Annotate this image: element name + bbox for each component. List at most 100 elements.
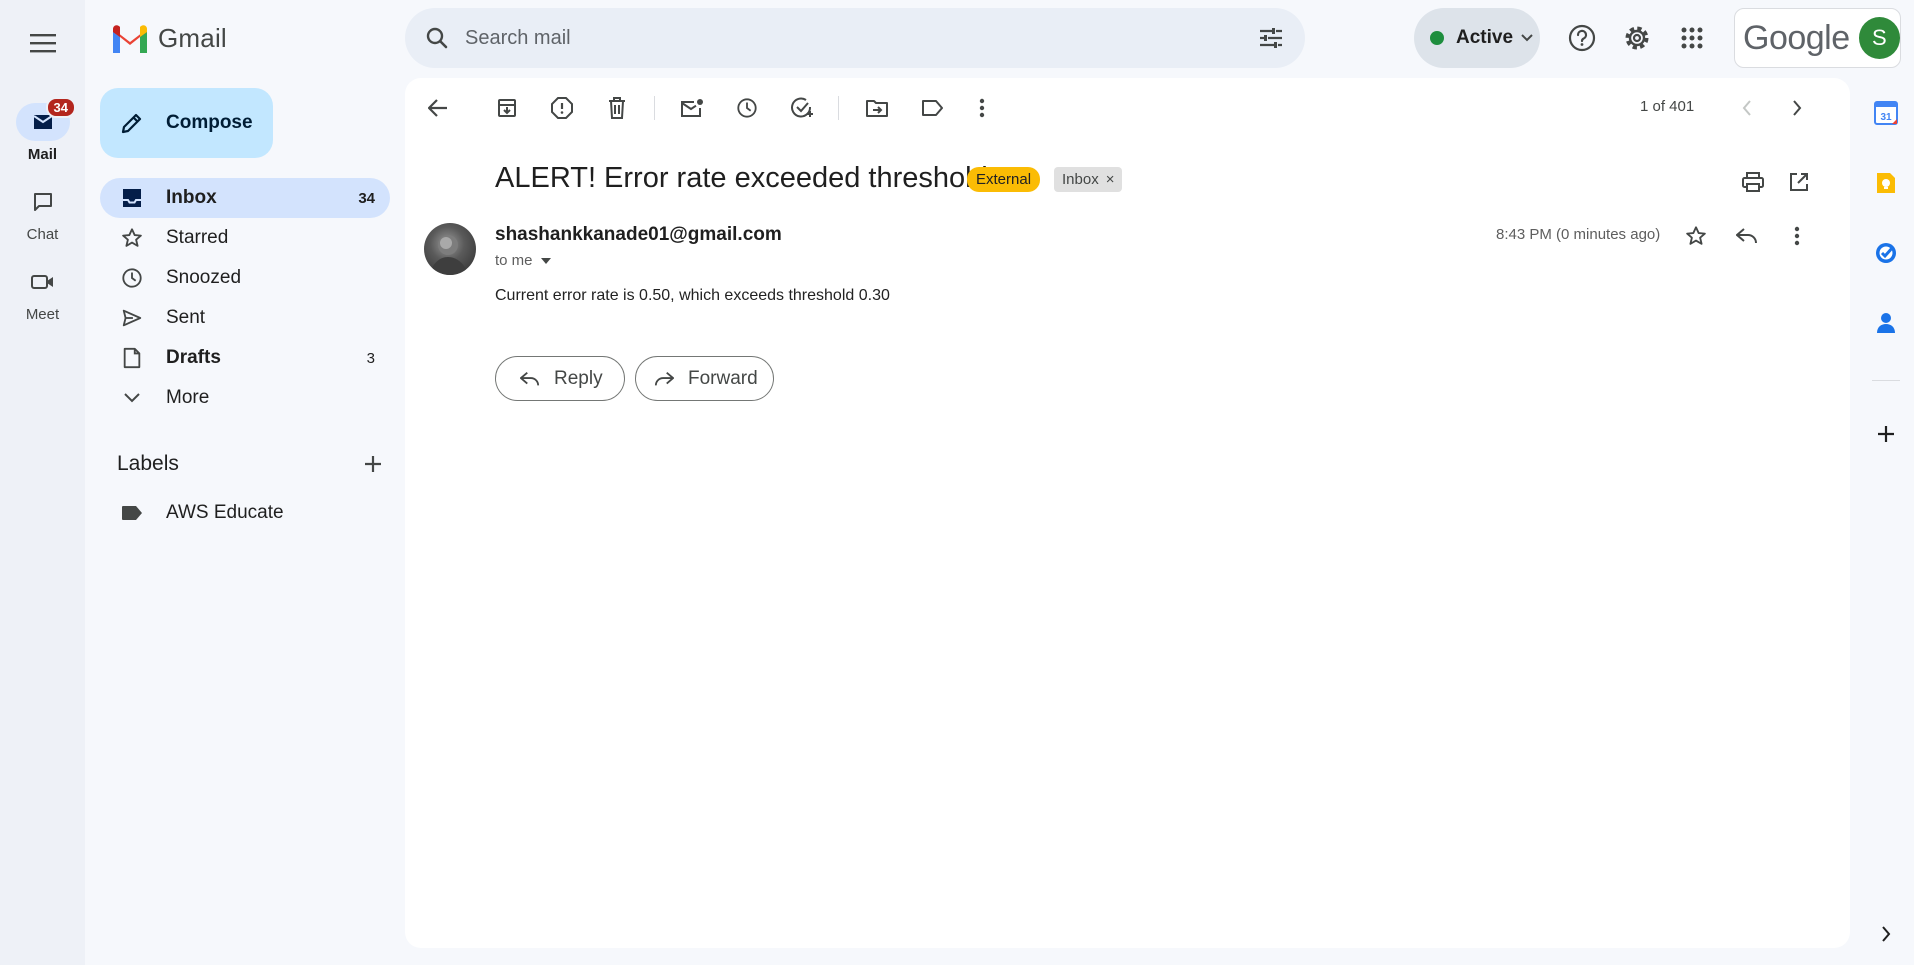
show-side-panel-button[interactable] — [1870, 918, 1902, 950]
status-selector[interactable]: Active — [1414, 8, 1540, 68]
search-icon[interactable] — [419, 20, 455, 56]
nav-label: Drafts — [166, 347, 221, 368]
add-label-icon[interactable] — [363, 454, 383, 474]
calendar-app-button[interactable]: 31 — [1870, 97, 1902, 129]
nav-item-snoozed[interactable]: Snoozed — [100, 258, 390, 298]
mark-unread-button[interactable] — [672, 88, 712, 128]
forward-button[interactable]: Forward — [635, 356, 774, 401]
keep-app-button[interactable] — [1870, 167, 1902, 199]
forward-icon — [654, 371, 674, 385]
older-button[interactable] — [1777, 88, 1817, 128]
rail-item-label: Mail — [27, 146, 58, 163]
avatar: S — [1858, 17, 1900, 59]
trash-icon — [609, 97, 625, 119]
recipient-label: to me — [495, 252, 533, 269]
inbox-icon — [123, 189, 141, 207]
settings-button[interactable] — [1615, 16, 1659, 60]
apps-button[interactable] — [1670, 16, 1714, 60]
plus-icon — [1878, 426, 1894, 442]
app-name: Gmail — [158, 22, 227, 53]
archive-button[interactable] — [487, 88, 527, 128]
rail-item-label: Chat — [26, 226, 59, 243]
arrow-left-icon — [428, 99, 447, 117]
calendar-day: 31 — [1880, 112, 1892, 123]
report-spam-button[interactable] — [542, 88, 582, 128]
chevron-right-icon — [1793, 100, 1802, 116]
nav-item-drafts[interactable]: Drafts 3 — [100, 338, 390, 378]
clock-icon — [122, 268, 142, 288]
keep-bulb-icon — [1877, 173, 1895, 193]
toolbar-divider — [654, 96, 655, 120]
labels-button[interactable] — [912, 88, 952, 128]
chevron-left-icon — [1742, 100, 1751, 116]
delete-button[interactable] — [597, 88, 637, 128]
more-actions-button[interactable] — [962, 88, 1002, 128]
tasks-app-button[interactable] — [1870, 237, 1902, 269]
gmail-logo[interactable]: Gmail — [110, 18, 227, 58]
label-item-aws-educate[interactable]: AWS Educate — [100, 493, 390, 533]
print-all-button[interactable] — [1733, 162, 1773, 202]
message-timestamp: 8:43 PM (0 minutes ago) — [1496, 226, 1661, 243]
tasks-check-icon — [1876, 243, 1896, 263]
reply-icon — [520, 371, 540, 385]
get-addons-button[interactable] — [1870, 418, 1902, 450]
nav-label: Snoozed — [166, 267, 242, 288]
search-input[interactable] — [455, 26, 1249, 50]
compose-label: Compose — [166, 112, 253, 133]
gmail-m-icon — [113, 25, 147, 53]
sender-email[interactable]: shashankkanade01@gmail.com — [495, 224, 782, 246]
chevron-right-icon — [1882, 926, 1891, 942]
sender-avatar[interactable] — [424, 223, 476, 275]
nav-item-sent[interactable]: Sent — [100, 298, 390, 338]
back-button[interactable] — [418, 88, 458, 128]
nav-label: Sent — [166, 307, 206, 328]
message-subject: ALERT! Error rate exceeded threshold — [495, 162, 988, 194]
nav-item-inbox[interactable]: Inbox 34 — [100, 178, 390, 218]
open-new-window-button[interactable] — [1779, 162, 1819, 202]
mail-unread-badge: 34 — [45, 97, 76, 118]
nav-label: Starred — [166, 227, 229, 248]
more-vertical-icon — [979, 98, 985, 118]
reply-button[interactable]: Reply — [495, 356, 625, 401]
add-to-tasks-button[interactable] — [782, 88, 822, 128]
message-more-button[interactable] — [1777, 216, 1817, 256]
snooze-button[interactable] — [727, 88, 767, 128]
rail-item-label: Meet — [25, 306, 60, 323]
apps-grid-icon — [1681, 27, 1703, 49]
star-button[interactable] — [1676, 216, 1716, 256]
rail-item-meet[interactable]: Meet — [0, 263, 85, 323]
move-folder-icon — [866, 100, 888, 117]
recipient-details[interactable]: to me — [495, 252, 551, 269]
status-label: Active — [1456, 27, 1514, 48]
main-menu-button[interactable] — [21, 21, 65, 65]
support-button[interactable] — [1560, 16, 1604, 60]
compose-button[interactable]: Compose — [100, 88, 273, 158]
video-camera-icon — [30, 275, 53, 289]
pagination-count: 1 of 401 — [1640, 98, 1695, 115]
rail-item-chat[interactable]: Chat — [0, 183, 85, 243]
nav-count: 34 — [358, 189, 375, 207]
newer-button[interactable] — [1727, 88, 1767, 128]
archive-icon — [498, 99, 516, 117]
chevron-down-icon — [1521, 34, 1533, 42]
nav-item-more[interactable]: More — [100, 378, 390, 418]
inbox-label-chip: Inbox × — [1054, 167, 1123, 192]
google-account-button[interactable]: Google S — [1734, 8, 1901, 68]
open-in-new-icon — [1790, 173, 1808, 191]
person-photo-icon — [430, 235, 468, 275]
rail-item-mail[interactable]: 34 Mail — [0, 97, 85, 163]
nav-item-starred[interactable]: Starred — [100, 218, 390, 258]
move-to-button[interactable] — [857, 88, 897, 128]
message-body: Current error rate is 0.50, which exceed… — [495, 287, 890, 304]
side-panel-divider — [1872, 380, 1900, 381]
external-badge: External — [967, 167, 1041, 192]
search-options-icon[interactable] — [1249, 16, 1293, 60]
status-dot-icon — [1430, 31, 1444, 45]
reply-icon-button[interactable] — [1727, 216, 1767, 256]
draft-icon — [123, 347, 141, 369]
search-bar[interactable] — [405, 8, 1305, 68]
remove-label-icon[interactable]: × — [1106, 171, 1115, 188]
help-icon — [1568, 24, 1596, 52]
mark-unread-icon — [681, 99, 703, 117]
contacts-app-button[interactable] — [1870, 307, 1902, 339]
